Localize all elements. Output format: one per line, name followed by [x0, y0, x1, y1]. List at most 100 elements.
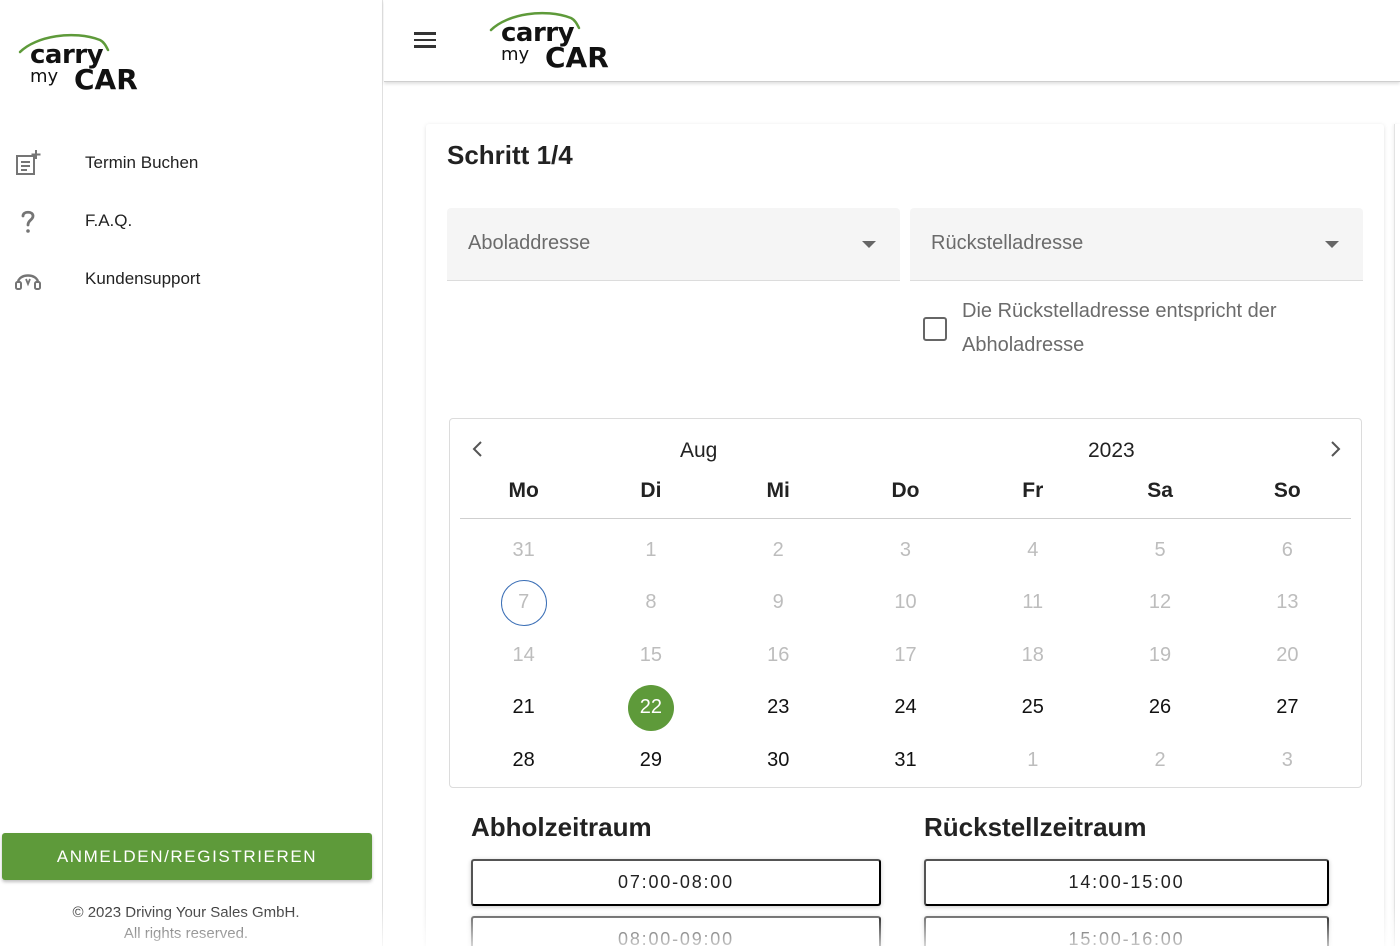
copyright-line-2: All rights reserved. [123, 925, 249, 942]
sidebar: carry my CAR Termin Buchen F.A.Q. Kunden… [0, 0, 383, 946]
calendar-cell: 17 [842, 629, 969, 682]
calendar-cell: 18 [969, 629, 1096, 682]
weekday-label: So [1273, 479, 1301, 502]
calendar-cell: 22 [587, 682, 714, 735]
weekday-label: Do [891, 479, 920, 502]
calendar-day-active[interactable]: 28 [501, 737, 547, 783]
calendar-day-disabled: 15 [639, 643, 663, 666]
calendar-day-disabled: 6 [1281, 538, 1293, 561]
calendar-cell: 2 [715, 524, 842, 577]
booking-step-card: Schritt 1/4 Aboladdresse Rückstelladress… [426, 124, 1384, 946]
hamburger-menu-icon[interactable] [414, 26, 442, 54]
dropdown-arrow-icon [1325, 241, 1339, 248]
same-address-checkbox[interactable] [923, 317, 947, 341]
calendar-cell: 14 [460, 629, 587, 682]
calendar-cell: 31 [460, 524, 587, 577]
calendar-cell: 12 [1096, 577, 1223, 630]
logo-text-car: CAR [74, 63, 138, 96]
logo-text-car: CAR [545, 41, 609, 74]
sidebar-item-label: Termin Buchen [85, 153, 199, 172]
calendar-day-active[interactable]: 31 [882, 737, 928, 783]
calendar-day-disabled: 1 [645, 538, 657, 561]
calendar-day-today: 7 [500, 579, 547, 626]
calendar-day-disabled: 1 [1027, 748, 1039, 771]
calendar-day-disabled: 31 [512, 538, 535, 561]
calendar-day-selected[interactable]: 22 [627, 684, 674, 731]
calendar-month[interactable]: Aug [680, 439, 717, 463]
next-month-chevron-icon[interactable] [1323, 437, 1347, 461]
calendar-day-disabled: 11 [1022, 591, 1044, 614]
calendar-cell: 11 [969, 577, 1096, 630]
same-address-option: Die Rückstelladresse entspricht der Abho… [923, 294, 1353, 362]
calendar-day-disabled: 4 [1027, 538, 1039, 561]
weekday-label: Sa [1147, 479, 1173, 502]
calendar-day-active[interactable]: 24 [882, 685, 928, 731]
calendar-cell: 26 [1096, 682, 1223, 735]
pickup-address-placeholder: Aboladdresse [468, 232, 591, 254]
return-slot-button[interactable]: 14:00-15:00 [924, 859, 1329, 906]
step-title: Schritt 1/4 [447, 140, 573, 170]
return-address-select[interactable]: Rückstelladresse [910, 208, 1363, 281]
calendar-day-active[interactable]: 27 [1264, 685, 1310, 731]
calendar-cell: 7 [460, 577, 587, 630]
calendar-cell: 10 [842, 577, 969, 630]
return-slot-button[interactable]: 15:00-16:00 [924, 916, 1329, 946]
sidebar-item-kundensupport[interactable]: Kundensupport [0, 250, 382, 308]
calendar-day-disabled: 8 [645, 591, 657, 614]
calendar-day-disabled: 2 [772, 538, 784, 561]
calendar-cell: 13 [1224, 577, 1351, 630]
header-brand-logo[interactable]: carry my CAR [487, 8, 609, 74]
calendar-week-row: 7 8 9 10 11 12 13 [460, 577, 1351, 630]
pickup-window-title: Abholzeitraum [471, 812, 652, 842]
calendar-cell: 8 [587, 577, 714, 630]
prev-month-chevron-icon[interactable] [466, 437, 490, 461]
sidebar-nav: Termin Buchen F.A.Q. Kundensupport [0, 134, 382, 308]
calendar-day-disabled: 16 [767, 643, 790, 666]
calendar-year[interactable]: 2023 [1088, 439, 1135, 463]
calendar-cell: 4 [969, 524, 1096, 577]
calendar-cell: 5 [1096, 524, 1223, 577]
brand-logo[interactable]: carry my CAR [16, 30, 138, 96]
calendar-day-disabled: 10 [894, 591, 917, 614]
calendar-cell: 15 [587, 629, 714, 682]
pickup-address-select[interactable]: Aboladdresse [447, 208, 900, 281]
next-panel-edge [1394, 124, 1400, 946]
sidebar-item-termin-buchen[interactable]: Termin Buchen [0, 134, 382, 192]
calendar-cell: 23 [715, 682, 842, 735]
copyright-line-1: © 2023 Driving Your Sales GmbH. [72, 904, 300, 921]
weekday-label: Mi [766, 479, 790, 502]
calendar-day-disabled: 14 [512, 643, 535, 666]
calendar-day-active[interactable]: 23 [755, 685, 801, 731]
calendar-cell: 28 [460, 734, 587, 787]
calendar-day-active[interactable]: 25 [1010, 685, 1056, 731]
calendar-cell: 1 [587, 524, 714, 577]
calendar-day-active[interactable]: 26 [1137, 685, 1183, 731]
calendar-day-disabled: 5 [1154, 538, 1166, 561]
calendar-day-disabled: 2 [1154, 748, 1166, 771]
calendar-day-disabled: 19 [1148, 643, 1172, 666]
calendar-cell: 9 [715, 577, 842, 630]
calendar-day-disabled: 9 [772, 591, 784, 614]
calendar-cell: 19 [1096, 629, 1223, 682]
weekday-header: Mo Di Mi Do Fr Sa So [460, 479, 1351, 519]
calendar-cell: 24 [842, 682, 969, 735]
date-picker-calendar: Aug 2023 Mo Di Mi Do Fr Sa So 31 1 2 3 4 5 6 7 8… [449, 418, 1362, 788]
top-app-bar: carry my CAR [384, 0, 1400, 82]
calendar-cell: 3 [1224, 734, 1351, 787]
calendar-day-active[interactable]: 30 [755, 737, 801, 783]
question-mark-icon [12, 205, 44, 237]
sidebar-item-faq[interactable]: F.A.Q. [0, 192, 382, 250]
calendar-cell: 3 [842, 524, 969, 577]
pickup-slot-button[interactable]: 08:00-09:00 [471, 916, 881, 946]
calendar-cell: 29 [587, 734, 714, 787]
calendar-cell: 6 [1224, 524, 1351, 577]
calendar-week-row: 28 29 30 31 1 2 3 [460, 734, 1351, 787]
same-address-label[interactable]: Die Rückstelladresse entspricht der Abho… [962, 294, 1353, 362]
calendar-day-active[interactable]: 29 [628, 737, 674, 783]
calendar-week-row: 14 15 16 17 18 19 20 [460, 629, 1351, 682]
calendar-day-active[interactable]: 21 [501, 685, 547, 731]
login-register-button[interactable]: ANMELDEN/REGISTRIEREN [2, 833, 372, 880]
pickup-slot-button[interactable]: 07:00-08:00 [471, 859, 881, 906]
logo-text-my: my [501, 44, 530, 65]
return-window-title: Rückstellzeitraum [924, 812, 1147, 842]
